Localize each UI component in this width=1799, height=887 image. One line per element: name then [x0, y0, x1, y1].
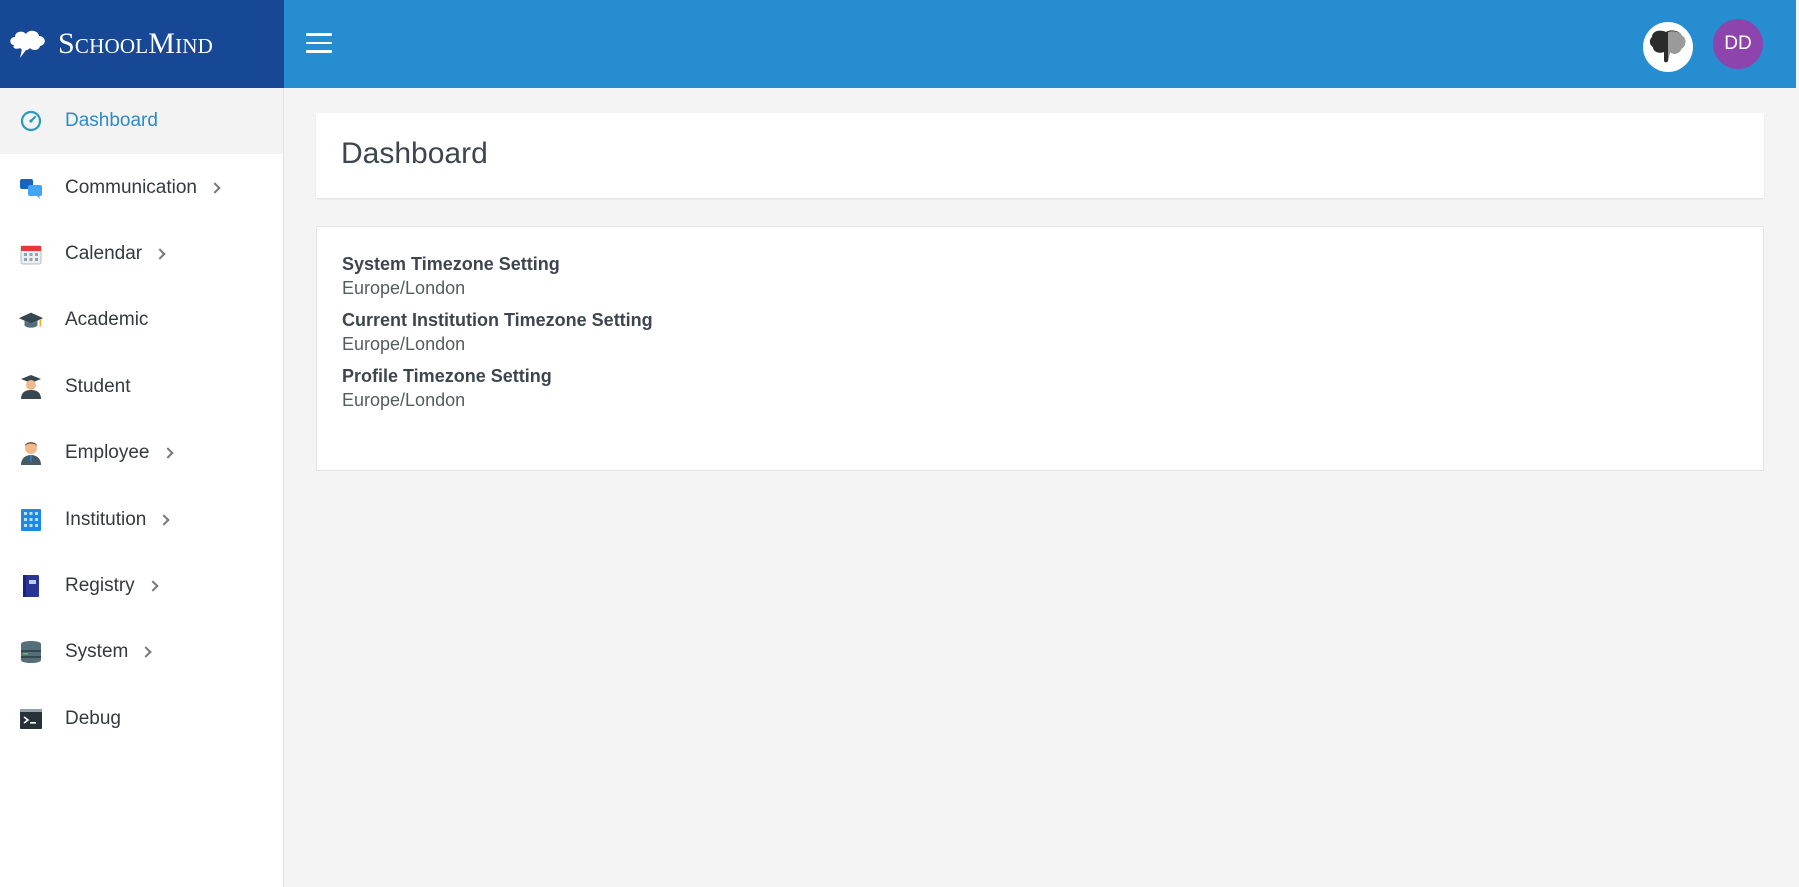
calendar-icon	[18, 241, 44, 267]
institution-timezone-label: Current Institution Timezone Setting	[342, 310, 653, 330]
sidebar-item-communication[interactable]: Communication	[0, 154, 283, 220]
chevron-right-icon	[209, 181, 221, 194]
flag-icon	[1649, 30, 1686, 63]
brain-cloud-icon	[10, 30, 45, 58]
book-icon	[18, 573, 44, 599]
building-icon	[18, 507, 44, 533]
graduation-cap-icon	[18, 307, 44, 333]
server-icon	[18, 639, 44, 665]
sidebar-item-label: Academic	[65, 309, 149, 331]
institution-timezone-value: Europe/London	[342, 334, 466, 354]
sidebar-item-debug[interactable]: Debug	[0, 686, 283, 752]
sidebar-item-academic[interactable]: Academic	[0, 287, 283, 353]
employee-icon	[18, 440, 44, 466]
sidebar-item-label: Institution	[65, 508, 147, 530]
profile-timezone-label: Profile Timezone Setting	[342, 366, 552, 386]
sidebar-item-label: Debug	[65, 707, 121, 729]
sidebar-item-label: Employee	[65, 442, 150, 464]
chevron-right-icon	[140, 646, 153, 658]
sidebar-item-system[interactable]: System	[0, 619, 283, 685]
system-timezone-label: System Timezone Setting	[342, 254, 560, 274]
brand-name: SchoolMind	[58, 27, 214, 60]
sidebar-item-label: Student	[65, 375, 131, 397]
chat-bubbles-icon	[18, 175, 44, 201]
sidebar-item-label: Dashboard	[65, 110, 158, 132]
profile-timezone-value: Europe/London	[342, 390, 466, 410]
sidebar-item-label: Communication	[65, 176, 197, 198]
chevron-right-icon	[147, 580, 159, 592]
terminal-icon	[18, 706, 44, 732]
language-flag-button[interactable]	[1643, 22, 1693, 72]
sidebar: Dashboard Communication Calendar Academi…	[0, 88, 284, 887]
sidebar-item-institution[interactable]: Institution	[0, 486, 283, 552]
dashboard-gauge-icon	[18, 108, 44, 134]
timezone-info-card: System Timezone Setting Europe/London Cu…	[316, 226, 1764, 471]
sidebar-item-calendar[interactable]: Calendar	[0, 221, 283, 287]
sidebar-item-label: Calendar	[65, 242, 143, 264]
top-bar: DD	[284, 0, 1796, 88]
sidebar-item-student[interactable]: Student	[0, 354, 283, 420]
hamburger-menu-icon[interactable]	[306, 33, 332, 55]
sidebar-item-label: Registry	[65, 574, 135, 596]
sidebar-item-label: System	[65, 641, 129, 663]
sidebar-item-employee[interactable]: Employee	[0, 420, 283, 486]
sidebar-item-dashboard[interactable]: Dashboard	[0, 88, 283, 155]
page-header-card: Dashboard	[316, 113, 1764, 198]
sidebar-item-registry[interactable]: Registry	[0, 553, 283, 619]
page-title: Dashboard	[341, 137, 488, 170]
chevron-right-icon	[158, 513, 170, 526]
user-avatar[interactable]: DD	[1713, 19, 1763, 69]
system-timezone-value: Europe/London	[342, 278, 466, 298]
brand-logo[interactable]: SchoolMind	[0, 0, 284, 88]
chevron-right-icon	[154, 248, 166, 260]
student-icon	[18, 374, 44, 400]
chevron-right-icon	[161, 447, 174, 459]
